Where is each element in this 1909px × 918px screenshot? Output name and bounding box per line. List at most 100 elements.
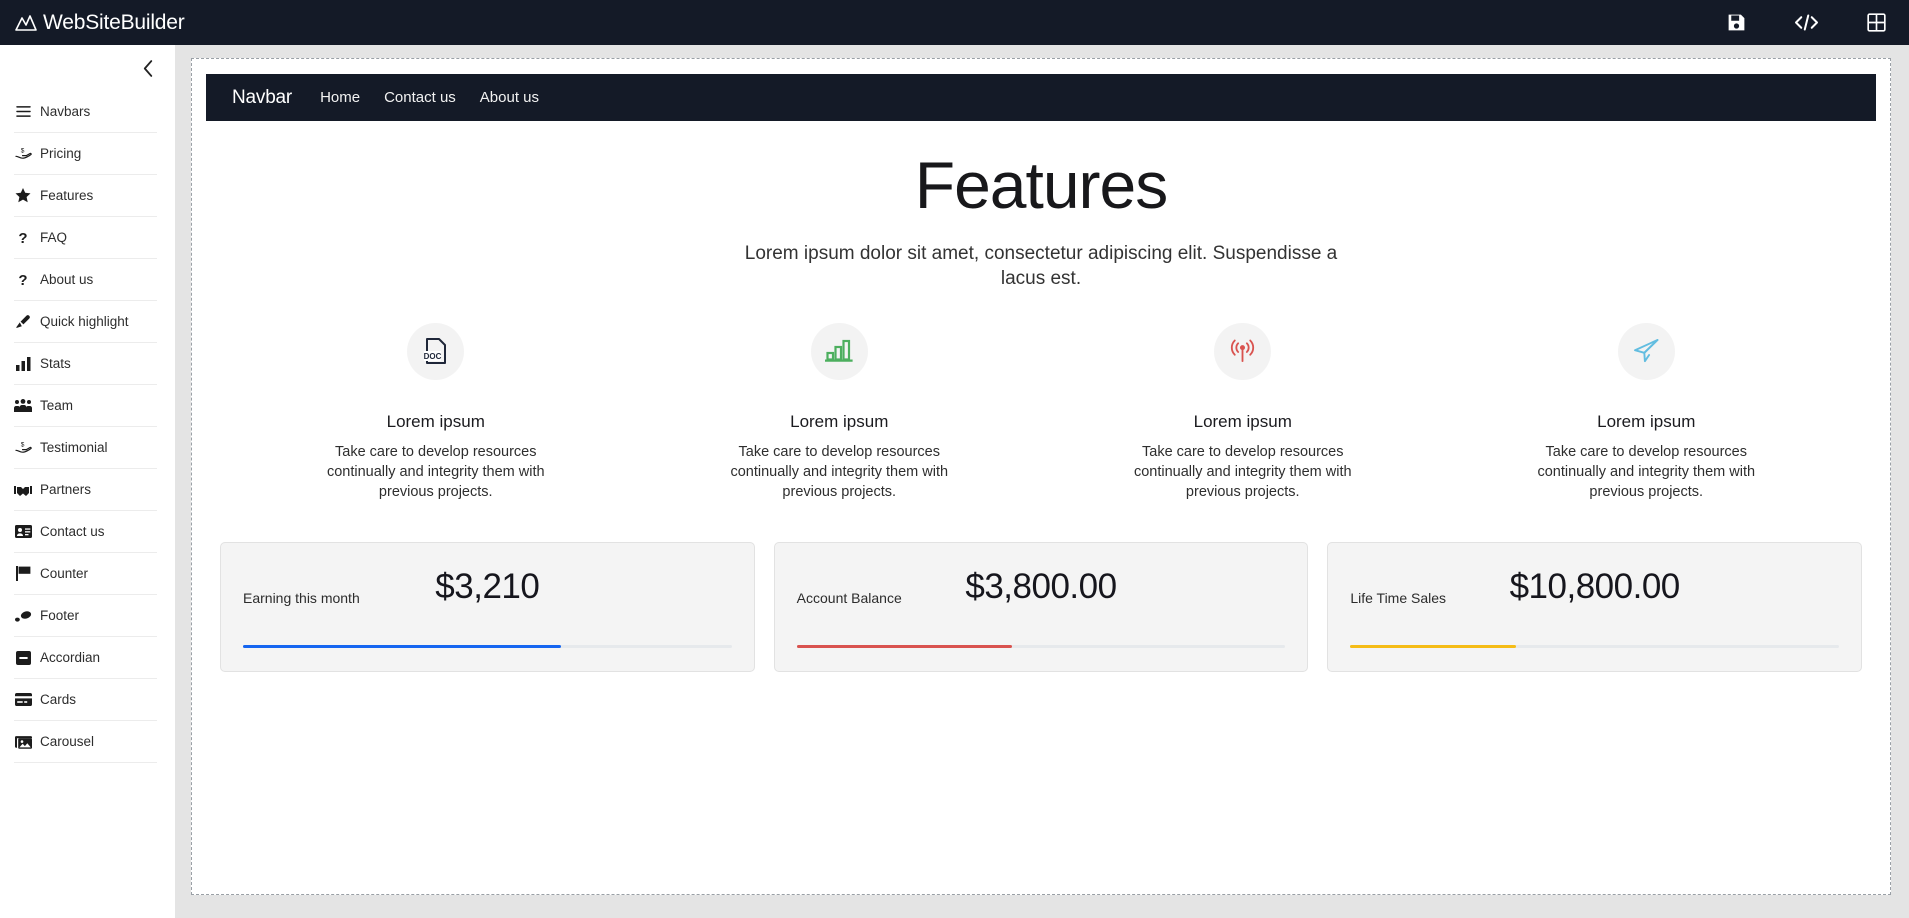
star-icon	[14, 188, 32, 203]
stat-progress-fill	[243, 644, 561, 648]
hamburger-icon	[14, 105, 32, 118]
svg-text:?: ?	[18, 230, 27, 246]
top-bar-actions	[1726, 12, 1887, 33]
feature-heading: Lorem ipsum	[386, 411, 485, 431]
sidebar-item-label: Footer	[40, 608, 80, 623]
sidebar-item-label: Contact us	[40, 524, 105, 539]
feature-text: Take care to develop resources continual…	[326, 443, 545, 500]
handshake-icon	[14, 483, 32, 497]
feature-card[interactable]: Lorem ipsum Take care to develop resourc…	[1041, 322, 1445, 502]
sidebar-item-label: About us	[40, 272, 94, 287]
feature-card[interactable]: DOC Lorem ipsum Take care to develop res…	[234, 322, 638, 502]
feature-heading: Lorem ipsum	[1193, 411, 1292, 431]
svg-text:$: $	[20, 148, 24, 155]
stat-progress-fill	[1350, 644, 1517, 648]
sidebar-item-label: Cards	[40, 692, 77, 707]
feature-card[interactable]: Lorem ipsum Take care to develop resourc…	[1445, 322, 1849, 502]
sidebar-item-counter[interactable]: Counter	[14, 553, 157, 595]
broadcast-tower-icon	[1228, 338, 1257, 365]
preview-navbar-links: Home Contact us About us	[320, 89, 539, 106]
sidebar-item-partners[interactable]: Partners	[14, 469, 157, 511]
sidebar-item-label: Team	[40, 398, 74, 413]
sidebar-item-stats[interactable]: Stats	[14, 343, 157, 385]
feature-card[interactable]: Lorem ipsum Take care to develop resourc…	[638, 322, 1042, 502]
feature-text: Take care to develop resources continual…	[1537, 443, 1756, 500]
feature-icon-circle	[810, 322, 868, 380]
stat-progress-track	[796, 644, 1286, 648]
sidebar-item-team[interactable]: Team	[14, 385, 157, 427]
sidebar-item-contact-us[interactable]: Contact us	[14, 511, 157, 553]
sidebar-item-cards[interactable]: Cards	[14, 679, 157, 721]
stat-progress-track	[243, 644, 732, 648]
sidebar-item-label: Stats	[40, 356, 71, 371]
sidebar-item-features[interactable]: Features	[14, 175, 157, 217]
sidebar-item-label: Partners	[40, 482, 92, 497]
app-brand[interactable]: WebSiteBuilder	[14, 11, 185, 35]
preview-navbar-brand: Navbar	[232, 86, 293, 108]
grid-icon[interactable]	[1866, 12, 1887, 33]
sidebar-item-faq[interactable]: ? FAQ	[14, 217, 157, 259]
top-bar: WebSiteBuilder	[0, 0, 1909, 45]
preview-nav-link-about-us[interactable]: About us	[480, 89, 539, 106]
feature-text: Take care to develop resources continual…	[730, 443, 949, 500]
flag-icon	[14, 566, 32, 581]
sidebar-item-about-us[interactable]: ? About us	[14, 259, 157, 301]
highlighter-pen-icon	[14, 314, 32, 330]
question-mark-icon: ?	[14, 272, 32, 288]
footprints-icon	[14, 609, 32, 623]
app-name: WebSiteBuilder	[43, 10, 185, 34]
app-shell: Navbars $ Pricing Features ? FAQ ? About…	[0, 45, 1909, 918]
sidebar-item-navbars[interactable]: Navbars	[14, 91, 157, 133]
sidebar: Navbars $ Pricing Features ? FAQ ? About…	[0, 45, 175, 918]
sidebar-collapse-button[interactable]	[0, 45, 175, 91]
code-icon[interactable]	[1794, 12, 1819, 33]
sidebar-item-label: Testimonial	[40, 440, 108, 455]
preview-nav-link-home[interactable]: Home	[320, 89, 360, 106]
save-icon[interactable]	[1726, 12, 1747, 33]
canvas-area: Navbar Home Contact us About us Features…	[175, 45, 1909, 918]
contact-card-icon	[14, 525, 32, 538]
chevron-left-icon	[142, 59, 155, 78]
sidebar-item-accordian[interactable]: Accordian	[14, 637, 157, 679]
bar-chart-icon	[825, 338, 853, 364]
credit-card-icon	[14, 693, 32, 706]
question-mark-icon: ?	[14, 230, 32, 246]
sidebar-item-footer[interactable]: Footer	[14, 595, 157, 637]
sidebar-nav-list: Navbars $ Pricing Features ? FAQ ? About…	[0, 91, 175, 763]
sidebar-item-label: Accordian	[40, 650, 101, 665]
sidebar-item-pricing[interactable]: $ Pricing	[14, 133, 157, 175]
features-subtitle: Lorem ipsum dolor sit amet, consectetur …	[744, 243, 1338, 289]
stat-card-account-balance[interactable]: $3,800.00 Account Balance	[773, 541, 1309, 672]
stat-progress-fill	[796, 644, 1012, 648]
minus-square-icon	[14, 650, 32, 665]
hand-holding-dollar-icon: $	[14, 146, 32, 161]
sidebar-item-label: Navbars	[40, 104, 91, 119]
sidebar-item-label: FAQ	[40, 230, 68, 245]
svg-text:$: $	[20, 442, 24, 449]
stat-progress-track	[1350, 644, 1839, 648]
people-group-icon	[14, 398, 32, 413]
sidebar-item-label: Features	[40, 188, 94, 203]
preview-nav-link-contact-us[interactable]: Contact us	[384, 89, 456, 106]
svg-text:DOC: DOC	[423, 352, 441, 361]
stat-card-life-time-sales[interactable]: $10,800.00 Life Time Sales	[1327, 541, 1862, 672]
svg-text:?: ?	[18, 272, 27, 288]
paper-plane-send-icon	[1632, 337, 1661, 365]
features-title: Features	[914, 148, 1168, 222]
mountain-logo-icon	[14, 13, 38, 33]
feature-icon-circle	[1214, 322, 1272, 380]
sidebar-item-quick-highlight[interactable]: Quick highlight	[14, 301, 157, 343]
features-grid: DOC Lorem ipsum Take care to develop res…	[206, 322, 1876, 502]
stat-card-earning-this-month[interactable]: $3,210 Earning this month	[220, 541, 755, 672]
features-section: Features Lorem ipsum dolor sit amet, con…	[206, 121, 1876, 502]
sidebar-item-testimonial[interactable]: $ Testimonial	[14, 427, 157, 469]
hand-holding-dollar-icon: $	[14, 440, 32, 455]
sidebar-item-label: Quick highlight	[40, 314, 129, 329]
preview-navbar[interactable]: Navbar Home Contact us About us	[206, 74, 1876, 121]
doc-file-icon: DOC	[423, 337, 449, 365]
feature-icon-circle	[1617, 322, 1675, 380]
sidebar-item-carousel[interactable]: Carousel	[14, 721, 157, 763]
sidebar-item-label: Carousel	[40, 734, 95, 749]
page-preview-canvas[interactable]: Navbar Home Contact us About us Features…	[191, 58, 1891, 895]
feature-heading: Lorem ipsum	[790, 411, 889, 431]
